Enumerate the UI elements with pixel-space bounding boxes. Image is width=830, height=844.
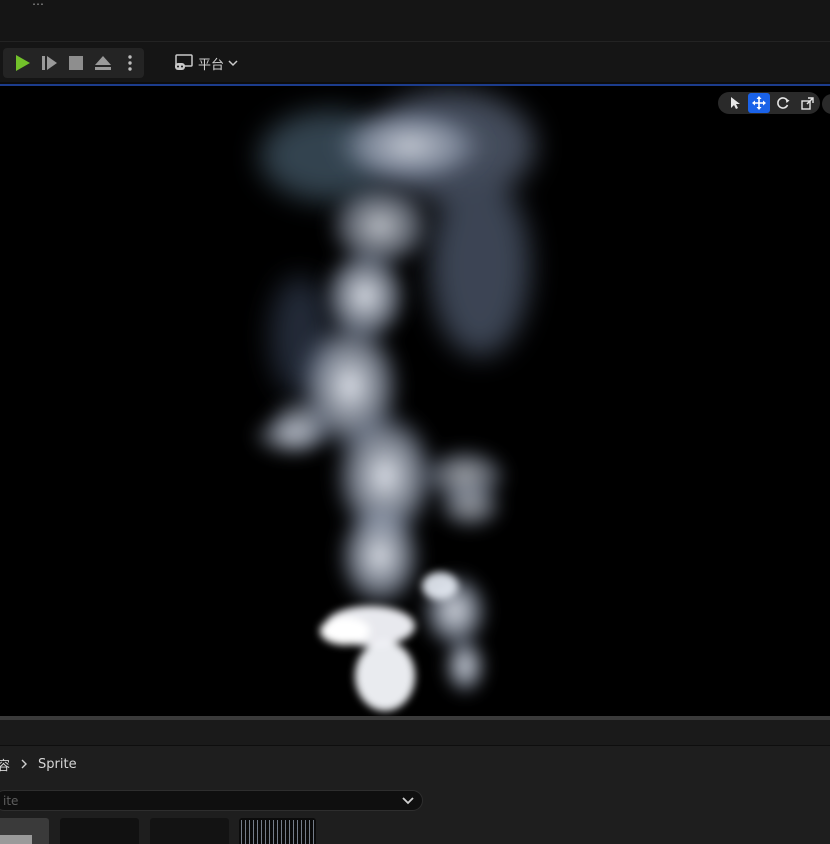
move-icon [752,96,766,110]
rotate-tool-button[interactable] [772,93,794,113]
viewport-transform-tools [718,92,820,114]
play-icon [15,55,30,71]
more-options-button[interactable] [117,49,144,77]
asset-thumbnail[interactable] [60,818,139,844]
asset-thumbnail-preview [241,820,314,844]
chevron-right-icon [21,759,28,769]
menu-text: … [32,0,44,8]
platform-dropdown[interactable]: 平台 [168,48,244,78]
eject-button[interactable] [90,49,117,77]
select-icon [731,97,740,109]
smoke-effect-preview [250,91,535,711]
preview-viewport[interactable] [0,86,830,716]
breadcrumb: 容 Sprite [0,754,77,774]
breadcrumb-root[interactable]: 容 [0,755,10,774]
stop-icon [69,56,83,70]
breadcrumb-item-sprite[interactable]: Sprite [38,757,77,772]
search-input[interactable]: ite [0,790,423,811]
title-strip: … [0,0,830,42]
stop-button[interactable] [62,49,89,77]
chevron-down-icon[interactable] [402,796,414,805]
asset-thumbnail[interactable] [239,818,316,844]
scale-icon [800,96,814,110]
eject-icon [95,56,112,70]
rotate-icon [777,97,790,109]
advance-frame-button[interactable] [35,49,62,77]
asset-thumbnail-preview [0,835,32,844]
bottom-panel-tabbar [0,720,830,746]
platform-icon [175,54,193,70]
asset-thumbnail[interactable] [0,818,49,844]
content-browser: 容 Sprite ite [0,746,830,844]
chevron-down-icon [228,60,238,67]
play-button[interactable] [8,49,35,77]
scale-tool-button[interactable] [796,93,818,113]
search-placeholder: ite [3,793,19,808]
step-forward-icon [41,56,57,70]
platform-label: 平台 [198,57,225,73]
editor-window: … 平台 容 Sprite ite [0,0,830,844]
select-tool-button[interactable] [724,93,746,113]
play-controls [3,48,144,78]
move-tool-button[interactable] [748,93,770,113]
kebab-menu-icon [128,55,133,71]
main-toolbar: 平台 [0,42,830,82]
asset-thumbnail[interactable] [150,818,229,844]
